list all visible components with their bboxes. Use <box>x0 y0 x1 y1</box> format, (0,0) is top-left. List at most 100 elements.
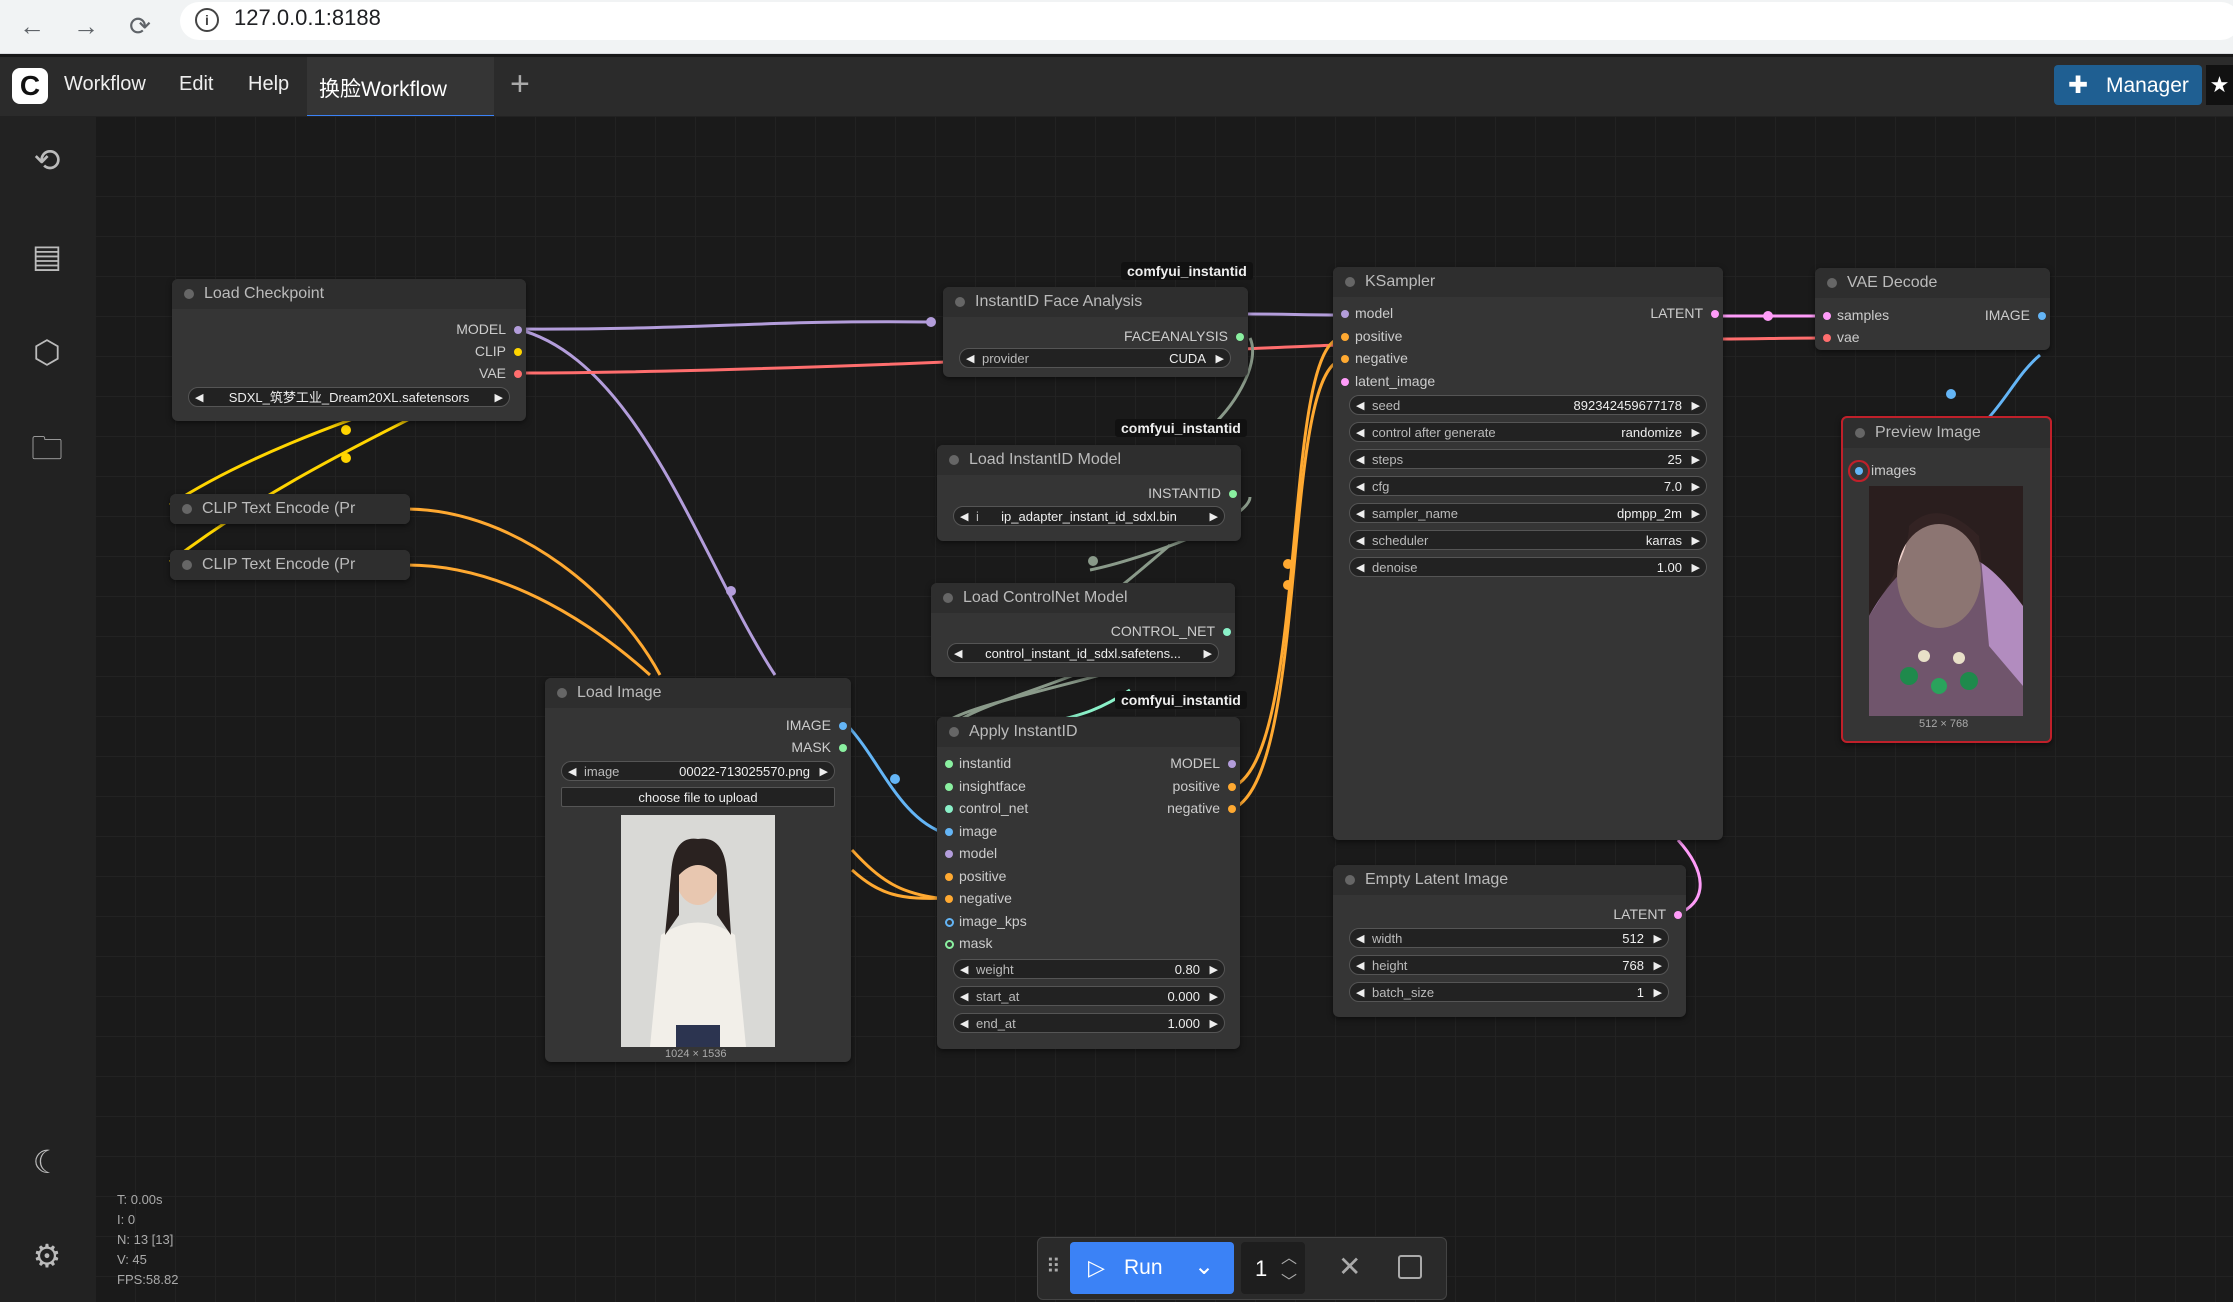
output-positive-pin[interactable] <box>1228 783 1236 791</box>
theme-icon[interactable]: ☾ <box>27 1142 67 1182</box>
collapse-dot[interactable] <box>1345 277 1355 287</box>
output-vae-pin[interactable] <box>514 370 522 378</box>
collapse-dot[interactable] <box>949 455 959 465</box>
menu-edit[interactable]: Edit <box>179 73 213 96</box>
output-image-pin[interactable] <box>2038 312 2046 320</box>
node-load-controlnet-model[interactable]: Load ControlNet Model CONTROL_NET ◀ cont… <box>931 583 1235 677</box>
input-insightface-pin[interactable] <box>945 783 953 791</box>
collapse-dot[interactable] <box>184 289 194 299</box>
model-library-icon[interactable]: ⬡ <box>27 332 67 372</box>
input-samples-pin[interactable] <box>1823 312 1831 320</box>
denoise-widget[interactable]: ◀ denoise 1.00 ▶ <box>1349 557 1707 577</box>
output-control-net-pin[interactable] <box>1223 628 1231 636</box>
input-instantid-pin[interactable] <box>945 760 953 768</box>
new-tab-button[interactable]: + <box>510 65 530 104</box>
node-empty-latent-image[interactable]: Empty Latent Image LATENT ◀ width 512 ▶ … <box>1333 865 1686 1017</box>
input-latent-pin[interactable] <box>1341 378 1349 386</box>
settings-icon[interactable]: ⚙ <box>27 1236 67 1276</box>
workflow-tab[interactable]: 换脸Workflow <box>307 57 494 117</box>
input-mask-pin[interactable] <box>945 940 954 949</box>
node-clip-text-encode-1[interactable]: CLIP Text Encode (Pr <box>170 494 410 524</box>
arrow-right-icon[interactable]: ▶ <box>820 762 828 782</box>
arrow-left-icon[interactable]: ◀ <box>1356 956 1364 976</box>
arrow-left-icon[interactable]: ◀ <box>1356 396 1364 416</box>
drag-handle-icon[interactable]: ⠿ <box>1046 1254 1061 1279</box>
arrow-left-icon[interactable]: ◀ <box>1356 450 1364 470</box>
node-instantid-face-analysis[interactable]: InstantID Face Analysis FACEANALYSIS ◀ p… <box>943 287 1248 377</box>
input-control-net-pin[interactable] <box>945 805 953 813</box>
output-clip-pin[interactable] <box>514 348 522 356</box>
sampler-name-widget[interactable]: ◀ sampler_name dpmpp_2m ▶ <box>1349 503 1707 523</box>
back-icon[interactable]: ← <box>14 8 50 44</box>
arrow-right-icon[interactable]: ▶ <box>495 388 503 408</box>
arrow-right-icon[interactable]: ▶ <box>1210 960 1218 980</box>
node-apply-instantid[interactable]: Apply InstantID instantid insightface co… <box>937 717 1240 1049</box>
node-preview-image[interactable]: Preview Image images 512 × 768 <box>1841 416 2052 743</box>
arrow-right-icon[interactable]: ▶ <box>1216 349 1224 369</box>
weight-widget[interactable]: ◀ weight 0.80 ▶ <box>953 959 1225 979</box>
chevron-up-icon[interactable]: ︿ <box>1281 1244 1297 1268</box>
arrow-left-icon[interactable]: ◀ <box>1356 423 1364 443</box>
end-at-widget[interactable]: ◀ end_at 1.000 ▶ <box>953 1013 1225 1033</box>
collapse-dot[interactable] <box>182 504 192 514</box>
collapse-dot[interactable] <box>943 593 953 603</box>
arrow-left-icon[interactable]: ◀ <box>960 1014 968 1034</box>
output-faceanalysis-pin[interactable] <box>1236 333 1244 341</box>
arrow-left-icon[interactable]: ◀ <box>966 349 974 369</box>
arrow-left-icon[interactable]: ◀ <box>1356 558 1364 578</box>
height-widget[interactable]: ◀ height 768 ▶ <box>1349 955 1669 975</box>
arrow-left-icon[interactable]: ◀ <box>960 960 968 980</box>
input-negative-pin[interactable] <box>1341 355 1349 363</box>
instantid-file-widget[interactable]: ◀ i ip_adapter_instant_id_sdxl.bin ▶ <box>953 506 1225 526</box>
star-icon[interactable]: ★ <box>2206 65 2233 105</box>
node-load-checkpoint[interactable]: Load Checkpoint MODEL CLIP VAE ◀ SDXL_筑梦… <box>172 279 526 421</box>
start-at-widget[interactable]: ◀ start_at 0.000 ▶ <box>953 986 1225 1006</box>
reload-icon[interactable]: ⟳ <box>122 8 158 44</box>
arrow-left-icon[interactable]: ◀ <box>1356 477 1364 497</box>
scheduler-widget[interactable]: ◀ scheduler karras ▶ <box>1349 530 1707 550</box>
url-text[interactable]: 127.0.0.1:8188 <box>234 5 381 31</box>
input-image-kps-pin[interactable] <box>945 918 954 927</box>
seed-widget[interactable]: ◀ seed 892342459677178 ▶ <box>1349 395 1707 415</box>
output-latent-pin[interactable] <box>1711 310 1719 318</box>
menu-help[interactable]: Help <box>248 73 289 96</box>
collapse-dot[interactable] <box>949 727 959 737</box>
workflows-icon[interactable]: 🗀 <box>27 428 67 468</box>
input-vae-pin[interactable] <box>1823 334 1831 342</box>
batch-count-input[interactable]: 1 ︿ ﹀ <box>1241 1242 1305 1294</box>
collapse-dot[interactable] <box>1827 278 1837 288</box>
history-icon[interactable]: ⟲ <box>27 140 67 180</box>
arrow-right-icon[interactable]: ▶ <box>1692 504 1700 524</box>
ckpt-name-widget[interactable]: ◀ SDXL_筑梦工业_Dream20XL.safetensors ▶ <box>188 387 510 407</box>
comfy-logo[interactable]: C <box>12 68 48 104</box>
provider-widget[interactable]: ◀ provider CUDA ▶ <box>959 348 1231 368</box>
node-vae-decode[interactable]: VAE Decode samples vae IMAGE <box>1815 268 2050 350</box>
width-widget[interactable]: ◀ width 512 ▶ <box>1349 928 1669 948</box>
arrow-right-icon[interactable]: ▶ <box>1692 477 1700 497</box>
arrow-right-icon[interactable]: ▶ <box>1692 396 1700 416</box>
queue-icon[interactable]: ▤ <box>27 236 67 276</box>
arrow-left-icon[interactable]: ◀ <box>1356 504 1364 524</box>
run-button[interactable]: ▷ Run ⌄ <box>1070 1242 1234 1294</box>
stop-icon[interactable] <box>1398 1255 1422 1279</box>
arrow-right-icon[interactable]: ▶ <box>1210 1014 1218 1034</box>
input-positive-pin[interactable] <box>945 873 953 881</box>
site-info-icon[interactable]: i <box>195 8 219 32</box>
arrow-left-icon[interactable]: ◀ <box>1356 929 1364 949</box>
steps-widget[interactable]: ◀ steps 25 ▶ <box>1349 449 1707 469</box>
output-image-pin[interactable] <box>839 722 847 730</box>
arrow-right-icon[interactable]: ▶ <box>1692 558 1700 578</box>
upload-button[interactable]: choose file to upload <box>561 787 835 807</box>
chevron-down-icon[interactable]: ⌄ <box>1194 1252 1214 1281</box>
arrow-right-icon[interactable]: ▶ <box>1692 531 1700 551</box>
input-images-pin[interactable] <box>1855 467 1863 475</box>
collapse-dot[interactable] <box>557 688 567 698</box>
arrow-right-icon[interactable]: ▶ <box>1654 956 1662 976</box>
collapse-dot[interactable] <box>1855 428 1865 438</box>
menu-workflow[interactable]: Workflow <box>64 73 146 96</box>
input-positive-pin[interactable] <box>1341 333 1349 341</box>
input-negative-pin[interactable] <box>945 895 953 903</box>
manager-button[interactable]: ✚ Manager <box>2054 65 2202 105</box>
node-load-instantid-model[interactable]: Load InstantID Model INSTANTID ◀ i ip_ad… <box>937 445 1241 541</box>
arrow-left-icon[interactable]: ◀ <box>568 762 576 782</box>
